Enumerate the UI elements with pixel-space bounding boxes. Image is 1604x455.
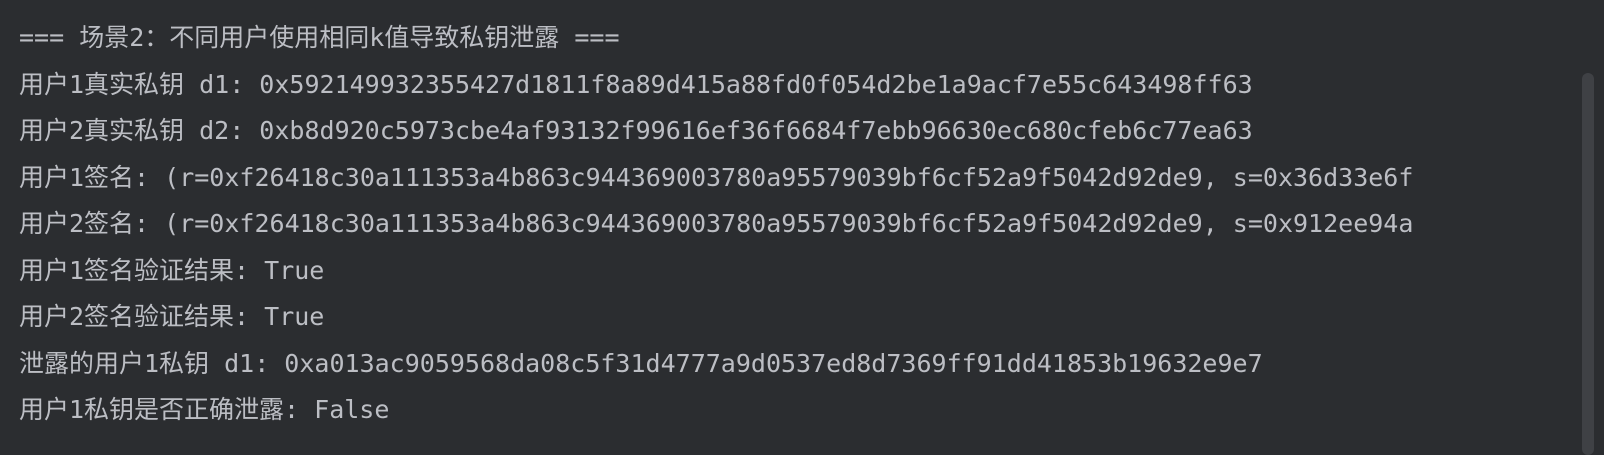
console-text-area: === 场景2：不同用户使用相同k值导致私钥泄露 === 用户1真实私钥 d1:… (19, 15, 1575, 434)
console-output-panel: === 场景2：不同用户使用相同k值导致私钥泄露 === 用户1真实私钥 d1:… (0, 0, 1604, 455)
console-line-user1-verify-result: 用户1签名验证结果: True (19, 255, 325, 285)
console-line-user2-signature: 用户2签名: (r=0xf26418c30a111353a4b863c94436… (19, 209, 1414, 238)
vertical-scrollbar[interactable] (1574, 0, 1604, 455)
console-line-user1-signature: 用户1签名: (r=0xf26418c30a111353a4b863c94436… (19, 162, 1414, 192)
console-line-scenario-header: === 场景2：不同用户使用相同k值导致私钥泄露 === (19, 23, 620, 52)
console-line-leak-correct-result: 用户1私钥是否正确泄露: False (19, 395, 390, 424)
console-line-user2-private-key: 用户2真实私钥 d2: 0xb8d920c5973cbe4af93132f996… (19, 116, 1253, 145)
console-line-user1-private-key: 用户1真实私钥 d1: 0x592149932355427d1811f8a89d… (19, 69, 1253, 99)
scrollbar-thumb[interactable] (1582, 73, 1594, 455)
console-line-user2-verify-result: 用户2签名验证结果: True (19, 302, 325, 331)
console-line-leaked-private-key: 泄露的用户1私钥 d1: 0xa013ac9059568da08c5f31d47… (19, 348, 1263, 378)
